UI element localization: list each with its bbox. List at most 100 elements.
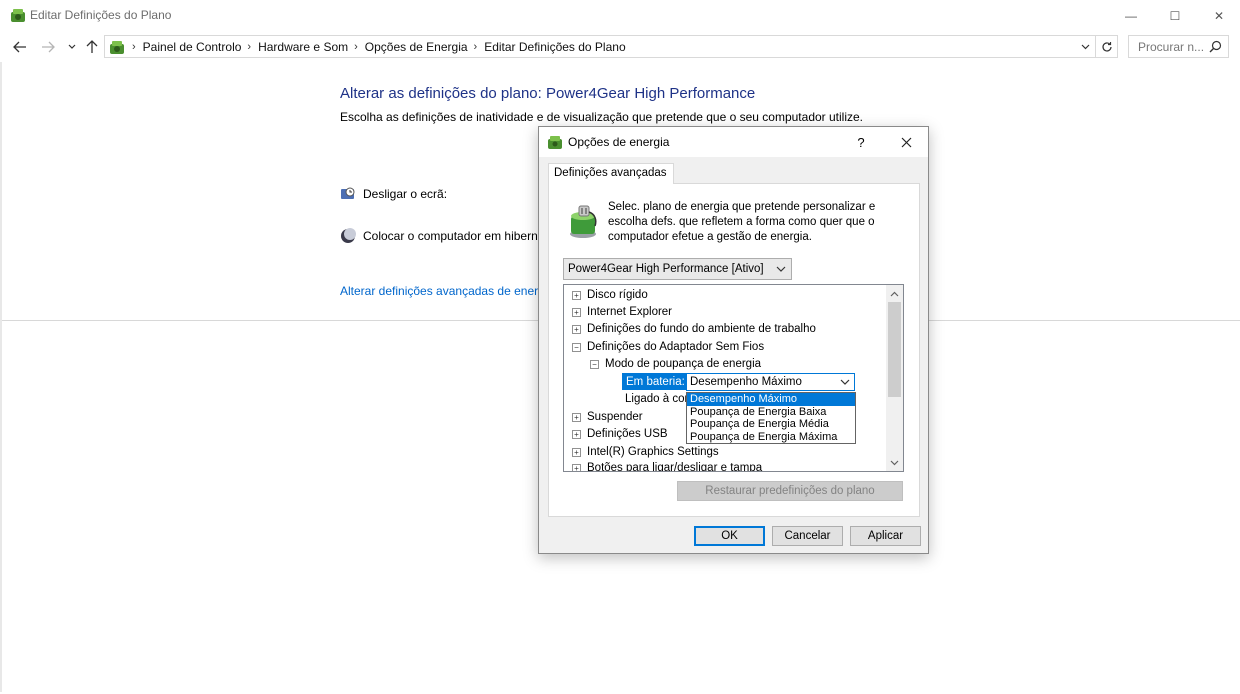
advanced-settings-link[interactable]: Alterar definições avançadas de energia (340, 284, 554, 298)
search-input[interactable]: Procurar n... (1128, 35, 1229, 58)
control-panel-icon (110, 40, 124, 54)
close-icon: ✕ (1213, 8, 1225, 23)
scroll-down-button[interactable] (886, 454, 903, 471)
expand-icon[interactable]: + (572, 447, 581, 457)
chevron-down-icon (890, 460, 899, 465)
restore-defaults-button[interactable]: Restaurar predefinições do plano (677, 481, 903, 501)
chevron-right-icon[interactable]: › (354, 41, 358, 53)
on-battery-select-value: Desempenho Máximo (690, 376, 802, 388)
tree-item[interactable]: Ligado à cor (625, 393, 688, 405)
expand-icon[interactable]: + (572, 290, 581, 300)
tree-item-label: Internet Explorer (587, 306, 673, 318)
close-icon (901, 137, 911, 147)
refresh-button[interactable] (1095, 36, 1117, 57)
breadcrumb-painel-de-controlo[interactable]: Painel de Controlo (143, 40, 242, 54)
plan-select-value: Power4Gear High Performance [Ativo] (568, 263, 764, 275)
chevron-right-icon[interactable]: › (474, 41, 478, 53)
tree-item[interactable]: − Definições do Adaptador Sem Fios (572, 341, 764, 353)
tree-item[interactable]: + Suspender (572, 411, 643, 423)
power-options-icon (548, 136, 562, 149)
tree-item[interactable]: + Disco rígido (572, 289, 648, 301)
breadcrumb-hardware-e-som[interactable]: Hardware e Som (258, 40, 348, 54)
option-poupanca-maxima[interactable]: Poupança de Energia Máxima (687, 431, 855, 444)
option-desempenho-maximo[interactable]: Desempenho Máximo (687, 393, 855, 406)
ok-button[interactable]: OK (694, 526, 765, 546)
chevron-down-icon (840, 379, 850, 385)
moon-icon (341, 228, 356, 243)
dialog-title: Opções de energia (568, 135, 670, 149)
option-poupanca-media[interactable]: Poupança de Energia Média (687, 418, 855, 431)
tree-scrollbar[interactable] (886, 285, 903, 471)
refresh-icon (1101, 41, 1112, 52)
tree-item[interactable]: + Internet Explorer (572, 306, 672, 318)
navigation-bar: › Painel de Controlo › Hardware e Som › … (0, 31, 1240, 62)
tree-item[interactable]: + Definições USB (572, 428, 668, 440)
help-button[interactable]: ? (851, 132, 871, 152)
maximize-button[interactable]: ☐ (1152, 0, 1198, 31)
chevron-right-icon[interactable]: › (247, 41, 251, 53)
window-title: Editar Definições do Plano (30, 8, 172, 22)
minimize-icon: — (1125, 8, 1137, 23)
recent-locations-button[interactable] (62, 37, 82, 57)
address-history-button[interactable] (1077, 39, 1093, 55)
scroll-up-button[interactable] (886, 285, 903, 302)
page-description: Escolha as definições de inatividade e d… (340, 110, 864, 124)
apply-button[interactable]: Aplicar (850, 526, 921, 546)
up-button[interactable] (82, 37, 102, 57)
chevron-up-icon (890, 291, 899, 296)
plan-select[interactable]: Power4Gear High Performance [Ativo] (563, 258, 792, 280)
scroll-thumb[interactable] (888, 302, 901, 397)
forward-button[interactable] (38, 37, 58, 57)
chevron-down-icon (776, 266, 786, 272)
control-panel-icon (11, 9, 25, 22)
battery-plan-icon (570, 205, 597, 238)
expand-icon[interactable]: + (572, 324, 581, 334)
left-border (0, 62, 2, 692)
turn-off-display-row: Desligar o ecrã: (340, 186, 447, 202)
dialog-close-button[interactable] (891, 129, 921, 155)
tree-item-label: Disco rígido (587, 289, 648, 301)
chevron-down-icon (1081, 44, 1089, 50)
search-placeholder: Procurar n... (1138, 39, 1205, 54)
option-poupanca-baixa[interactable]: Poupança de Energia Baixa (687, 406, 855, 419)
page-title: Alterar as definições do plano: Power4Ge… (340, 85, 756, 102)
cancel-button[interactable]: Cancelar (772, 526, 843, 546)
minimize-button[interactable]: — (1108, 0, 1154, 31)
on-battery-select[interactable]: Desempenho Máximo (686, 373, 855, 391)
back-button[interactable] (10, 37, 30, 57)
expand-icon[interactable]: + (572, 307, 581, 317)
sleep-label: Colocar o computador em hiberna (363, 229, 545, 243)
tree-item-label: Botões para ligar/desligar e tampa (587, 462, 763, 472)
up-arrow-icon (86, 40, 98, 53)
search-icon (1209, 40, 1222, 53)
power-options-dialog: Opções de energia ? Definições avançadas… (538, 126, 929, 554)
maximize-icon: ☐ (1169, 8, 1181, 23)
help-icon: ? (857, 134, 865, 150)
expand-icon[interactable]: + (572, 429, 581, 439)
expand-icon[interactable]: + (572, 412, 581, 422)
on-battery-label[interactable]: Em bateria: (622, 373, 689, 390)
tree-item-label: Definições do Adaptador Sem Fios (587, 341, 765, 353)
breadcrumb-opcoes-de-energia[interactable]: Opções de Energia (365, 40, 468, 54)
tree-item-label: Modo de poupança de energia (605, 358, 762, 370)
breadcrumb-editar-definicoes[interactable]: Editar Definições do Plano (484, 40, 625, 54)
tree-item[interactable]: + Intel(R) Graphics Settings (572, 446, 719, 458)
collapse-icon[interactable]: − (572, 342, 581, 352)
power-saving-dropdown-list[interactable]: Desempenho Máximo Poupança de Energia Ba… (686, 392, 856, 444)
tree-item-label: Definições do fundo do ambiente de traba… (587, 323, 816, 335)
expand-icon[interactable]: + (572, 463, 581, 471)
sleep-row: Colocar o computador em hiberna (340, 228, 544, 244)
dialog-title-bar: Opções de energia ? (539, 127, 928, 157)
display-clock-icon (341, 187, 355, 199)
tree-item[interactable]: + Botões para ligar/desligar e tampa (572, 462, 763, 472)
tree-item-label: Suspender (587, 411, 643, 423)
chevron-right-icon: › (132, 40, 136, 53)
tree-item[interactable]: − Modo de poupança de energia (590, 358, 761, 370)
address-bar[interactable]: › Painel de Controlo › Hardware e Som › … (104, 35, 1118, 58)
tree-item[interactable]: + Definições do fundo do ambiente de tra… (572, 323, 816, 335)
tree-item-label: Intel(R) Graphics Settings (587, 446, 719, 458)
collapse-icon[interactable]: − (590, 359, 599, 369)
tab-advanced-settings[interactable]: Definições avançadas (548, 163, 674, 184)
close-button[interactable]: ✕ (1196, 0, 1240, 31)
advanced-settings-panel: Selec. plano de energia que pretende per… (548, 183, 920, 517)
